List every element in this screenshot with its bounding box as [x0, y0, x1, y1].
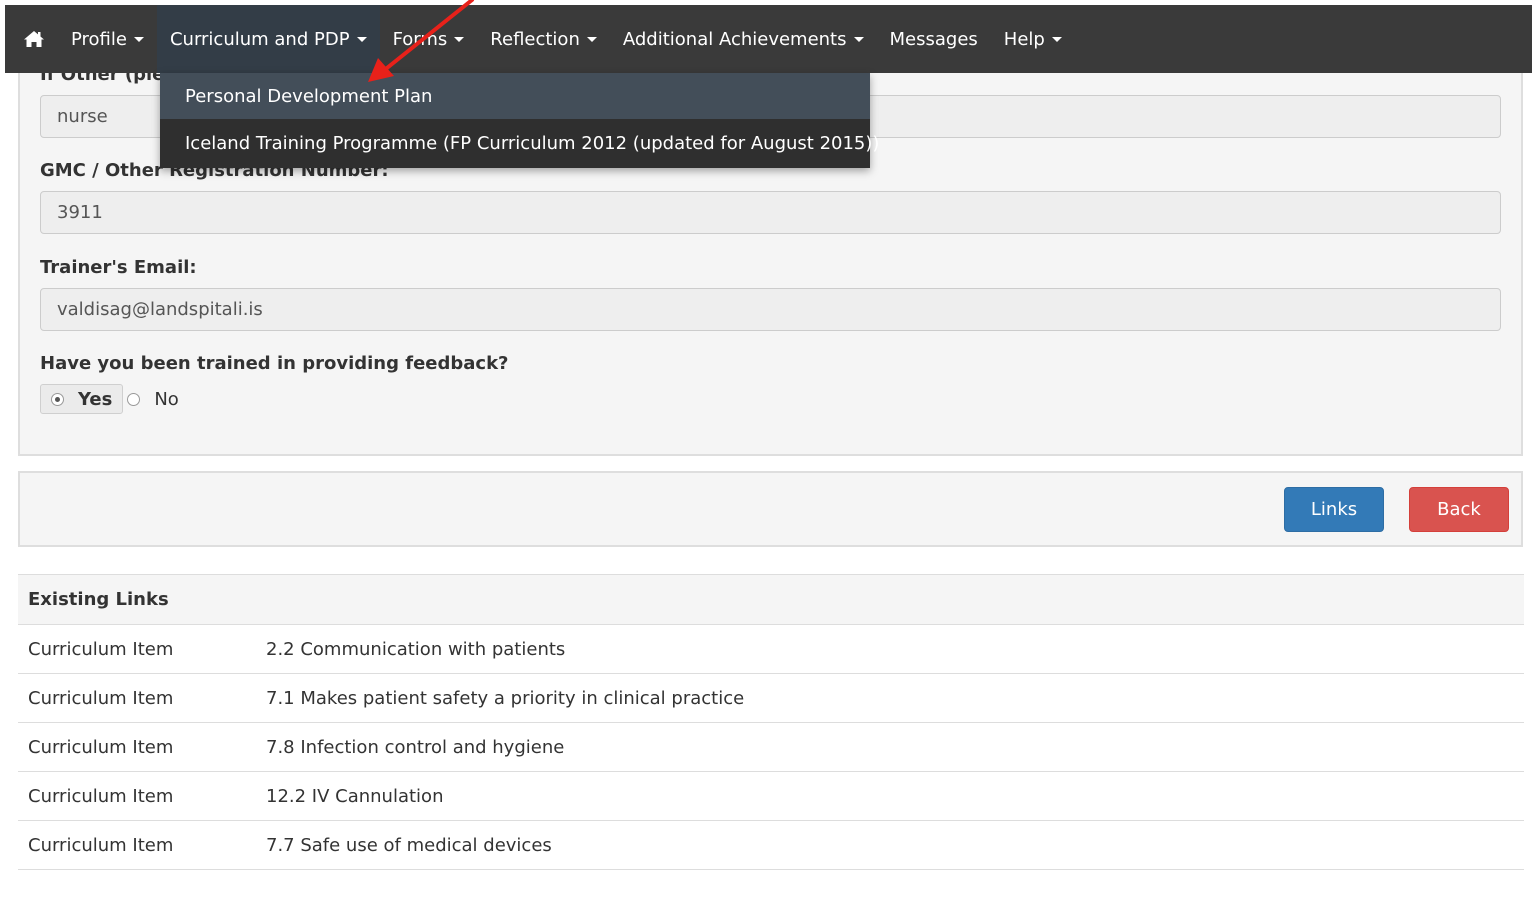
caret-down-icon — [356, 36, 367, 42]
home-link[interactable] — [10, 5, 58, 73]
action-bar: Links Back — [18, 471, 1523, 547]
link-item: 2.2 Communication with patients — [266, 638, 566, 660]
back-button[interactable]: Back — [1409, 487, 1509, 532]
feedback-radio-group: Yes No — [40, 383, 179, 415]
caret-down-icon — [586, 36, 597, 42]
main-navbar: Profile Curriculum and PDP Forms Reflect… — [5, 5, 1532, 73]
caret-down-icon — [133, 36, 144, 42]
table-row: Curriculum Item 7.7 Safe use of medical … — [18, 821, 1524, 870]
existing-links-heading: Existing Links — [18, 574, 1524, 625]
link-item: 7.7 Safe use of medical devices — [266, 834, 552, 856]
caret-down-icon — [1051, 36, 1062, 42]
radio-unchecked-icon[interactable] — [127, 392, 141, 406]
nav-help[interactable]: Help — [991, 5, 1075, 73]
link-type: Curriculum Item — [28, 638, 174, 660]
table-row: Curriculum Item 7.8 Infection control an… — [18, 723, 1524, 772]
nav-help-label: Help — [1003, 28, 1045, 50]
nav-forms[interactable]: Forms — [380, 5, 478, 73]
nav-profile-label: Profile — [71, 28, 127, 50]
nav-messages[interactable]: Messages — [877, 5, 991, 73]
feedback-no-option[interactable]: No — [127, 388, 179, 410]
email-field[interactable]: valdisag@landspitali.is — [40, 288, 1501, 331]
nav-messages-label: Messages — [889, 28, 978, 50]
nav-profile[interactable]: Profile — [58, 5, 157, 73]
nav-additional-achievements-label: Additional Achievements — [622, 28, 847, 50]
link-type: Curriculum Item — [28, 834, 174, 856]
registration-field[interactable]: 3911 — [40, 191, 1501, 234]
nav-additional-achievements[interactable]: Additional Achievements — [610, 5, 877, 73]
radio-checked-icon[interactable] — [51, 392, 64, 406]
nav-reflection-label: Reflection — [490, 28, 580, 50]
nav-reflection[interactable]: Reflection — [477, 5, 610, 73]
curriculum-dropdown-menu: Personal Development Plan Iceland Traini… — [160, 73, 879, 168]
link-item: 7.1 Makes patient safety a priority in c… — [266, 687, 745, 709]
feedback-no-label: No — [154, 388, 179, 410]
feedback-yes-label: Yes — [78, 388, 113, 410]
caret-down-icon — [454, 36, 465, 42]
link-type: Curriculum Item — [28, 687, 174, 709]
menu-item-personal-development-plan[interactable]: Personal Development Plan — [160, 73, 870, 119]
feedback-yes-option[interactable]: Yes — [40, 384, 124, 414]
link-item: 7.8 Infection control and hygiene — [266, 736, 565, 758]
email-label: Trainer's Email: — [40, 257, 197, 278]
links-button[interactable]: Links — [1284, 487, 1384, 532]
table-row: Curriculum Item 2.2 Communication with p… — [18, 625, 1524, 674]
table-row: Curriculum Item 7.1 Makes patient safety… — [18, 674, 1524, 723]
home-icon — [24, 31, 44, 47]
caret-down-icon — [853, 36, 864, 42]
feedback-question: Have you been trained in providing feedb… — [40, 353, 509, 374]
menu-item-iceland-training-programme[interactable]: Iceland Training Programme (FP Curriculu… — [160, 119, 879, 168]
nav-curriculum-pdp[interactable]: Curriculum and PDP — [156, 5, 380, 73]
link-item: 12.2 IV Cannulation — [266, 785, 444, 807]
link-type: Curriculum Item — [28, 736, 174, 758]
table-row: Curriculum Item 12.2 IV Cannulation — [18, 772, 1524, 821]
link-type: Curriculum Item — [28, 785, 174, 807]
existing-links-table: Existing Links Curriculum Item 2.2 Commu… — [18, 574, 1524, 870]
nav-forms-label: Forms — [392, 28, 448, 50]
nav-curriculum-pdp-label: Curriculum and PDP — [169, 28, 350, 50]
